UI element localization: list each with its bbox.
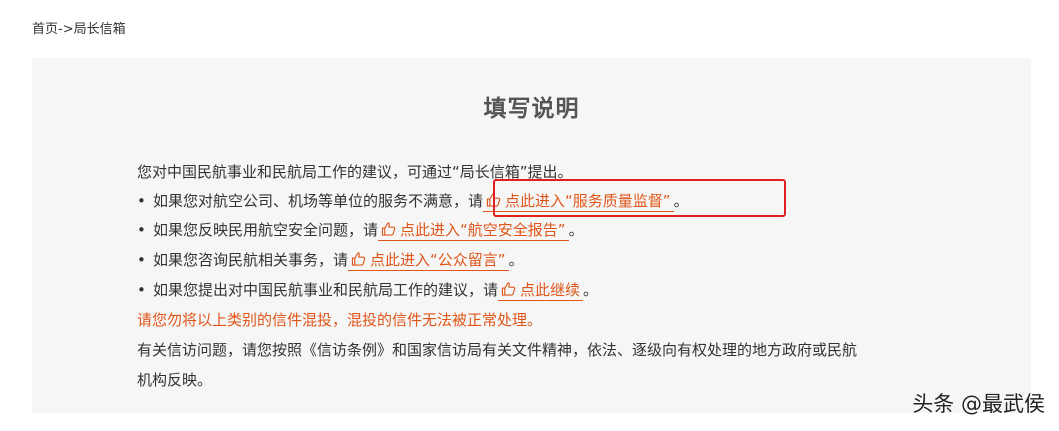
bullet: • [137,221,146,239]
list-item: • 如果您提出对中国民航事业和民航局工作的建议，请 点此继续。 [137,280,599,301]
warning-text: 请您勿将以上类别的信件混投，混投的信件无法被正常处理。 [137,311,543,329]
aviation-safety-report-link-label: 点此进入“航空安全报告” [400,221,566,239]
continue-link[interactable]: 点此继续 [498,281,584,301]
aviation-safety-report-link[interactable]: 点此进入“航空安全报告” [378,221,569,241]
continue-link-label: 点此继续 [520,281,581,299]
pointing-hand-icon [351,252,366,266]
pointing-hand-icon [486,193,501,207]
watermark: 头条 @最武侯 [912,392,1045,416]
bullet: • [137,251,146,269]
instructions-panel: 填写说明 您对中国民航事业和民航局工作的建议，可通过“局长信箱”提出。 • 如果您… [32,58,1031,413]
intro-text: 您对中国民航事业和民航局工作的建议，可通过“局长信箱”提出。 [137,163,573,181]
note-text-line-2: 机构反映。 [137,371,213,389]
list-item-text: 如果您咨询民航相关事务，请 [153,251,349,269]
list-item-end: 。 [568,221,584,239]
list-item-text: 如果您反映民用航空安全问题，请 [153,221,379,239]
list-item-text: 如果您提出对中国民航事业和民航局工作的建议，请 [153,281,499,299]
breadcrumb-home-link[interactable]: 首页 [32,22,58,37]
pointing-hand-icon [381,222,396,236]
breadcrumb-current: 局长信箱 [73,22,126,37]
public-message-link[interactable]: 点此进入“公众留言” [348,251,509,271]
list-item: • 如果您咨询民航相关事务，请 点此进入“公众留言”。 [137,250,524,271]
page-title: 填写说明 [483,96,580,122]
service-quality-link[interactable]: 点此进入“服务质量监督” [483,192,674,212]
list-item-text: 如果您对航空公司、机场等单位的服务不满意，请 [153,192,484,210]
list-item-end: 。 [508,251,524,269]
list-item-end: 。 [673,192,689,210]
service-quality-link-label: 点此进入“服务质量监督” [505,192,671,210]
public-message-link-label: 点此进入“公众留言” [370,251,506,269]
bullet: • [137,192,146,210]
breadcrumb-separator: -> [58,22,74,37]
list-item: • 如果您反映民用航空安全问题，请 点此进入“航空安全报告”。 [137,220,584,241]
list-item-end: 。 [583,281,599,299]
note-text-line-1: 有关信访问题，请您按照《信访条例》和国家信访局有关文件精神，依法、逐级向有权处理… [137,341,858,359]
list-item: • 如果您对航空公司、机场等单位的服务不满意，请 点此进入“服务质量监督”。 [137,191,689,212]
breadcrumb: 首页->局长信箱 [32,21,126,39]
pointing-hand-icon [501,282,516,296]
bullet: • [137,281,146,299]
